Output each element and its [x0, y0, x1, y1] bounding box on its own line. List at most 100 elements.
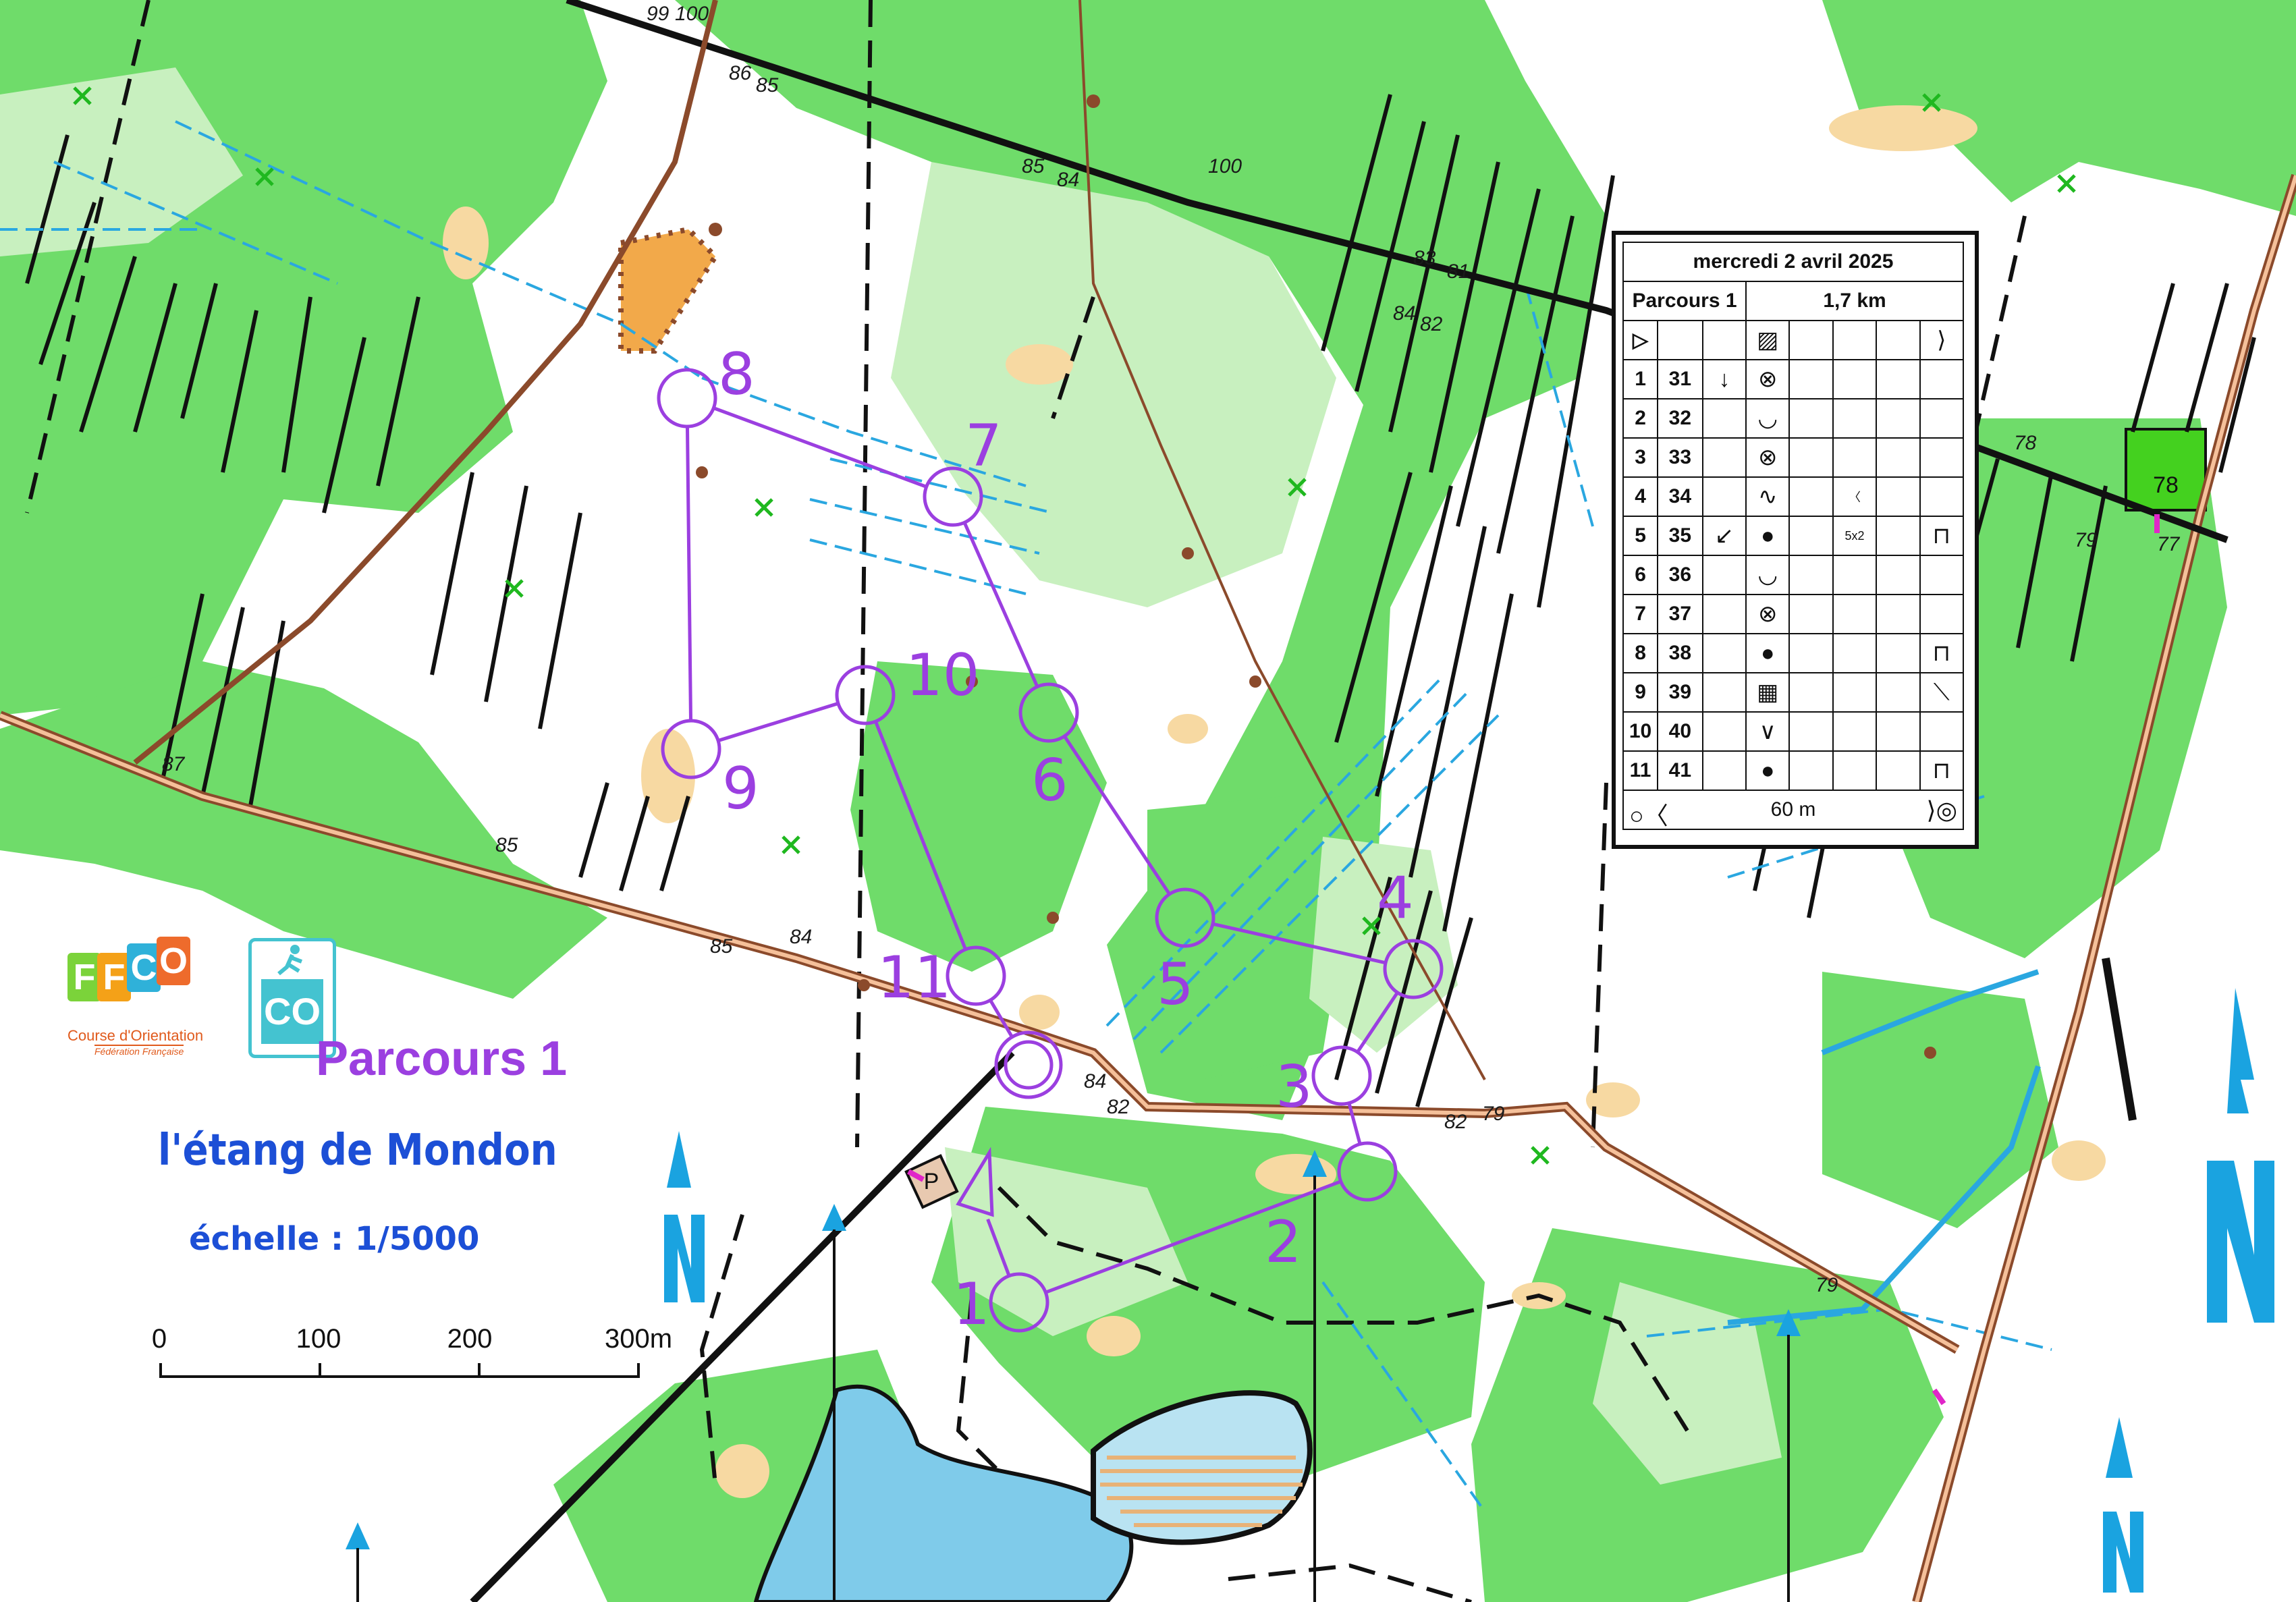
- control-number: 1: [953, 1271, 990, 1338]
- sheet-course: Parcours 1: [1622, 281, 1747, 321]
- feature-cell: ∨: [1745, 711, 1791, 752]
- scale-label: 300m: [604, 1324, 673, 1354]
- field-box-label: 78: [2153, 472, 2179, 498]
- ffco-subcaption: Fédération Française: [94, 1045, 184, 1057]
- direction-cell: [1701, 711, 1747, 752]
- control-row: 9 39 ▦ ⟍: [1622, 672, 1965, 713]
- control-number: 11: [877, 944, 951, 1012]
- empty-cell: [1876, 516, 1921, 556]
- empty-cell: [1876, 437, 1921, 478]
- control-number: 10: [906, 642, 979, 709]
- control-number: 8: [718, 341, 755, 408]
- scale-tick: [159, 1363, 162, 1378]
- svg-text:85: 85: [756, 74, 779, 96]
- direction-cell: [1701, 555, 1747, 595]
- direction-cell: [1701, 476, 1747, 517]
- feature-cell: ●: [1745, 750, 1791, 791]
- position-cell: [1919, 476, 1965, 517]
- control-code-cell: 37: [1657, 594, 1703, 634]
- description-table: mercredi 2 avril 2025 Parcours 1 1,7 km …: [1622, 242, 1965, 830]
- control-row: 4 34 ∿ 〈: [1622, 476, 1965, 517]
- control-code-cell: 31: [1657, 359, 1703, 399]
- scale-text: échelle : 1/5000: [189, 1220, 480, 1258]
- control-row: 3 33 ⊗: [1622, 437, 1965, 478]
- position-cell: ⊓: [1919, 750, 1965, 791]
- empty-cell: [1876, 555, 1921, 595]
- logo-letter: C: [127, 943, 161, 992]
- feature-cell: ●: [1745, 633, 1791, 673]
- logo-letter: F: [97, 953, 131, 1001]
- control-code-cell: 39: [1657, 672, 1703, 713]
- control-number-cell: 6: [1622, 555, 1659, 595]
- control-row: 8 38 ● ⊓: [1622, 633, 1965, 673]
- control-number-cell: 9: [1622, 672, 1659, 713]
- position-cell: ⊓: [1919, 516, 1965, 556]
- scale-label: 0: [151, 1324, 167, 1354]
- empty-cell: [1876, 711, 1921, 752]
- svg-text:86: 86: [729, 62, 752, 84]
- detail-cell: [1832, 633, 1878, 673]
- svg-text:79: 79: [1815, 1274, 1838, 1296]
- control-row: 6 36 ◡: [1622, 555, 1965, 595]
- empty-cell: [1788, 750, 1834, 791]
- control-number-cell: 8: [1622, 633, 1659, 673]
- control-number-cell: 3: [1622, 437, 1659, 478]
- control-number-cell: 2: [1622, 398, 1659, 439]
- scale-label: 100: [296, 1324, 341, 1354]
- empty-cell: [1876, 398, 1921, 439]
- logo-letter: F: [67, 953, 101, 1001]
- control-number: 9: [722, 755, 759, 823]
- detail-cell: [1832, 398, 1878, 439]
- detail-cell: [1832, 672, 1878, 713]
- control-number-cell: 11: [1622, 750, 1659, 791]
- feature-cell: ⊗: [1745, 594, 1791, 634]
- finish-right-symbol: ⟩◎: [1926, 796, 1957, 824]
- control-code-cell: 32: [1657, 398, 1703, 439]
- start-symbol: ▷: [1622, 320, 1659, 360]
- svg-text:84: 84: [1393, 302, 1415, 325]
- feature-cell: ◡: [1745, 398, 1791, 439]
- field-box: [2125, 428, 2207, 512]
- control-number-cell: 4: [1622, 476, 1659, 517]
- direction-cell: ↓: [1701, 359, 1747, 399]
- position-cell: ⟍: [1919, 672, 1965, 713]
- empty-cell: [1876, 476, 1921, 517]
- detail-cell: [1832, 711, 1878, 752]
- control-number: 5: [1157, 951, 1194, 1018]
- empty-cell: [1788, 555, 1834, 595]
- svg-text:85: 85: [495, 834, 518, 856]
- svg-text:P: P: [924, 1169, 939, 1194]
- svg-text:79: 79: [1482, 1103, 1505, 1125]
- svg-text:84: 84: [1084, 1070, 1106, 1093]
- position-cell: [1919, 711, 1965, 752]
- feature-cell: ◡: [1745, 555, 1791, 595]
- svg-text:83: 83: [1413, 247, 1436, 269]
- control-code-cell: 38: [1657, 633, 1703, 673]
- feature-cell: ⊗: [1745, 437, 1791, 478]
- position-cell: ⊓: [1919, 633, 1965, 673]
- control-code-cell: 35: [1657, 516, 1703, 556]
- control-code-cell: 40: [1657, 711, 1703, 752]
- control-number-cell: 5: [1622, 516, 1659, 556]
- direction-cell: [1701, 750, 1747, 791]
- detail-cell: [1832, 750, 1878, 791]
- ffco-caption: Course d'Orientation: [67, 1027, 204, 1044]
- empty-cell: [1788, 633, 1834, 673]
- control-row: 2 32 ◡: [1622, 398, 1965, 439]
- control-number-cell: 1: [1622, 359, 1659, 399]
- scale-tick: [478, 1363, 481, 1378]
- control-row: 7 37 ⊗: [1622, 594, 1965, 634]
- control-code-cell: 33: [1657, 437, 1703, 478]
- ffco-logo: F F C O Course d'Orientation Fédération …: [67, 937, 216, 1058]
- svg-text:82: 82: [1420, 313, 1443, 335]
- position-cell: [1919, 594, 1965, 634]
- control-row: 1 31 ↓ ⊗: [1622, 359, 1965, 399]
- empty-cell: [1876, 672, 1921, 713]
- control-number: 4: [1377, 864, 1414, 932]
- scale-line: [159, 1375, 640, 1378]
- empty-cell: [1788, 594, 1834, 634]
- control-number: 2: [1265, 1209, 1302, 1276]
- control-number-cell: 7: [1622, 594, 1659, 634]
- direction-cell: [1701, 437, 1747, 478]
- position-cell: [1919, 398, 1965, 439]
